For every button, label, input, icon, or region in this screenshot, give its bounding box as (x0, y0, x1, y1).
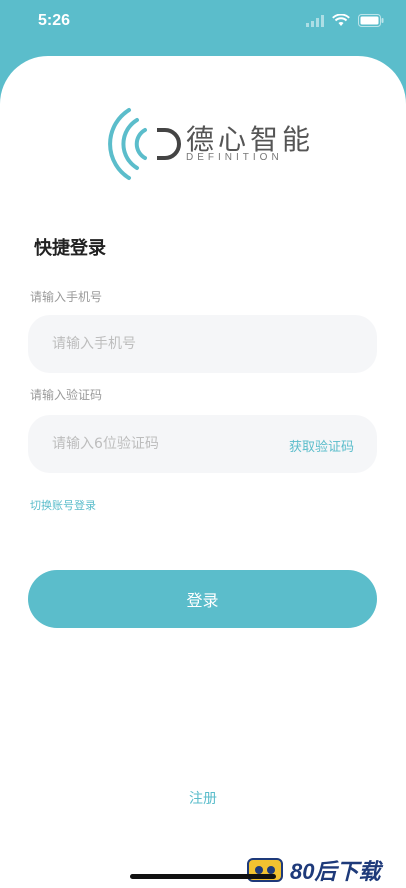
login-button[interactable]: 登录 (28, 570, 377, 628)
watermark-text: 80后下载 (290, 859, 381, 884)
code-label: 请输入验证码 (30, 388, 103, 402)
wifi-icon (332, 14, 350, 26)
watermark-logo-icon (247, 858, 283, 882)
phone-input[interactable] (28, 315, 377, 373)
brand-subtitle: DEFINITION (186, 152, 283, 163)
status-icons (306, 14, 384, 27)
status-bar: 5:26 (0, 0, 406, 46)
status-time: 5:26 (38, 12, 71, 29)
switch-account-link[interactable]: 切换账号登录 (30, 497, 96, 513)
signal-icon (306, 14, 324, 27)
watermark: 80后下载 (246, 852, 406, 888)
get-code-button[interactable]: 获取验证码 (289, 436, 354, 455)
home-indicator[interactable] (130, 874, 276, 879)
battery-icon (358, 14, 384, 27)
register-link[interactable]: 注册 (0, 788, 406, 808)
page-title: 快捷登录 (34, 238, 106, 259)
phone-label: 请输入手机号 (30, 290, 103, 304)
